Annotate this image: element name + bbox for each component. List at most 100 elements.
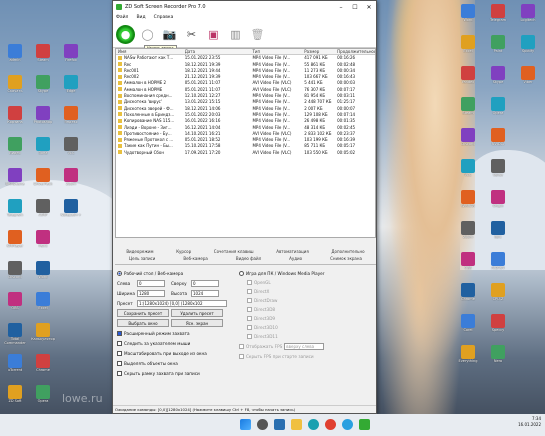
desktop-icon[interactable]: Word (455, 4, 481, 22)
tab-video-mode[interactable]: Видеорежим (126, 248, 153, 255)
desktop-icon[interactable]: Origin (485, 190, 511, 208)
edge-icon[interactable] (308, 419, 319, 430)
desktop-icon[interactable]: Excel (30, 292, 56, 310)
desktop-icon[interactable]: admin (2, 44, 28, 62)
video-effects-icon[interactable]: ▣ (204, 25, 223, 44)
desktop-icon[interactable]: Paint (485, 35, 511, 53)
desktop-icon[interactable]: AIMP (30, 199, 56, 217)
desktop-icon[interactable]: Opera (485, 97, 511, 115)
file-row[interactable]: Чудотворный Сбон 17.09.2021 17:20 AVI Vide… (116, 150, 375, 156)
tab-cursor[interactable]: Курсор (176, 248, 191, 255)
select-window-button[interactable]: Выбрать окно (117, 319, 169, 327)
desktop-icon[interactable]: Zoom (455, 221, 481, 239)
left-input[interactable]: 0 (137, 279, 165, 287)
desktop-icon[interactable]: Logitech (515, 4, 541, 22)
game-api-checkbox[interactable] (247, 307, 252, 312)
desktop-icon[interactable]: Discord (2, 261, 28, 279)
col-duration[interactable]: Продолжительность (337, 49, 375, 54)
col-date[interactable]: Дата (185, 49, 253, 54)
fps-position-select[interactable]: вверху слева (284, 342, 325, 350)
game-api-checkbox[interactable] (247, 289, 252, 294)
explorer-icon[interactable] (291, 419, 302, 430)
desktop-icon[interactable]: ВКМузыка (2, 168, 28, 186)
desktop-icon[interactable]: Zoom (58, 168, 84, 186)
desktop-icon[interactable]: uTorrent (2, 354, 28, 372)
desktop-icon[interactable]: Uplay (485, 159, 511, 177)
desktop-icon[interactable]: CPU-Z (485, 283, 511, 301)
col-size[interactable]: Размер (304, 49, 337, 54)
desktop-icon[interactable]: Skype (30, 75, 56, 93)
game-api-checkbox[interactable] (247, 298, 252, 303)
hide-frame-checkbox[interactable] (117, 370, 122, 376)
save-preset-button[interactable]: Сохранить пресет (117, 309, 169, 317)
desktop-icon[interactable]: Telegram (485, 4, 511, 22)
game-api-checkbox[interactable] (247, 316, 252, 321)
desktop-icon[interactable]: Chrome (30, 354, 56, 372)
height-input[interactable]: 1024 (191, 289, 219, 297)
select-area-button[interactable]: Ясн. экран (171, 319, 223, 327)
camera-icon[interactable]: 📷 (160, 25, 179, 44)
game-api-checkbox[interactable] (247, 334, 252, 339)
maximize-button[interactable]: ☐ (348, 4, 362, 11)
pause-button[interactable]: ◯ (138, 25, 157, 44)
chrome-icon[interactable] (325, 419, 336, 430)
clock-date[interactable]: 16.01.2022 (518, 422, 541, 428)
film-icon[interactable]: ▥ (226, 25, 245, 44)
desktop-icon[interactable]: ZD Soft (2, 385, 28, 403)
desktop-icon[interactable]: Видео (2, 137, 28, 155)
desktop-icon[interactable]: Notepad++ (58, 199, 84, 217)
game-api-checkbox[interactable] (247, 280, 252, 285)
desktop-icon[interactable]: Everything (455, 345, 481, 363)
close-button[interactable]: ✕ (362, 4, 376, 11)
preset-select[interactable]: 1:(1280x1024) [0,0] (1280x102 (137, 299, 227, 307)
desktop-icon[interactable]: Spotify (515, 35, 541, 53)
desktop-icon[interactable]: NVIDIA (485, 128, 511, 146)
desktop-icon[interactable]: Firefox (58, 44, 84, 62)
desktop-icon[interactable]: VLC (58, 137, 84, 155)
desktop-icon[interactable]: Яндекс (58, 106, 84, 124)
desktop-icon[interactable]: VLC (455, 159, 481, 177)
minimize-button[interactable]: – (334, 4, 348, 11)
recorder-icon[interactable] (359, 419, 370, 430)
scale-checkbox[interactable] (117, 350, 122, 356)
show-fps-checkbox[interactable] (239, 343, 244, 349)
desktop-icon[interactable]: OBS (2, 292, 28, 310)
game-api-checkbox[interactable] (247, 325, 252, 330)
tab-screenshot[interactable]: Снимок экрана (330, 255, 362, 262)
settings-tools-icon[interactable]: ✂ (182, 25, 201, 44)
desktop-icon[interactable]: Discord (455, 128, 481, 146)
menu-view[interactable]: Вид (136, 15, 145, 20)
search-icon[interactable] (257, 419, 268, 430)
desktop-icon[interactable]: Viber (515, 66, 541, 84)
desktop-icon[interactable]: DriverPack (30, 168, 56, 186)
telegram-icon[interactable] (342, 419, 353, 430)
top-input[interactable]: 0 (191, 279, 219, 287)
desktop-icon[interactable]: Speccy (485, 314, 511, 332)
game-radio[interactable] (239, 270, 244, 276)
desktop-icon[interactable]: Epic (485, 221, 511, 239)
desktop-icon[interactable]: Photoshop (30, 106, 56, 124)
tab-video-file[interactable]: Видео файл (236, 255, 261, 262)
desktop-icon[interactable]: Paint (30, 230, 56, 248)
desktop-icon[interactable]: Telegram (2, 199, 28, 217)
desktop-icon[interactable]: Steam (30, 44, 56, 62)
record-button[interactable]: ● (116, 25, 135, 44)
menu-file[interactable]: Файл (116, 15, 128, 20)
desktop-icon[interactable]: Steam (455, 97, 481, 115)
start-icon[interactable] (240, 419, 251, 430)
desktop-icon[interactable]: Скачать (2, 75, 28, 93)
desktop-icon[interactable]: Opera (30, 385, 56, 403)
col-name[interactable]: Имя (116, 49, 185, 54)
widgets-icon[interactable] (274, 419, 285, 430)
desktop-icon[interactable]: OBS (455, 252, 481, 270)
tab-audio[interactable]: Аудио (289, 255, 302, 262)
col-type[interactable]: Тип (252, 49, 304, 54)
tab-hotkeys[interactable]: Сочетания клавиш (214, 248, 254, 255)
delete-icon[interactable]: 🗑 (248, 25, 267, 44)
highlight-checkbox[interactable] (117, 360, 122, 366)
tab-automation[interactable]: Автоматизация (276, 248, 309, 255)
desktop-icon[interactable]: Excel (455, 35, 481, 53)
desktop-icon[interactable]: Edge (58, 75, 84, 93)
delete-preset-button[interactable]: Удалить пресет (171, 309, 223, 317)
desktop-icon[interactable]: Калькулятор (30, 323, 56, 341)
